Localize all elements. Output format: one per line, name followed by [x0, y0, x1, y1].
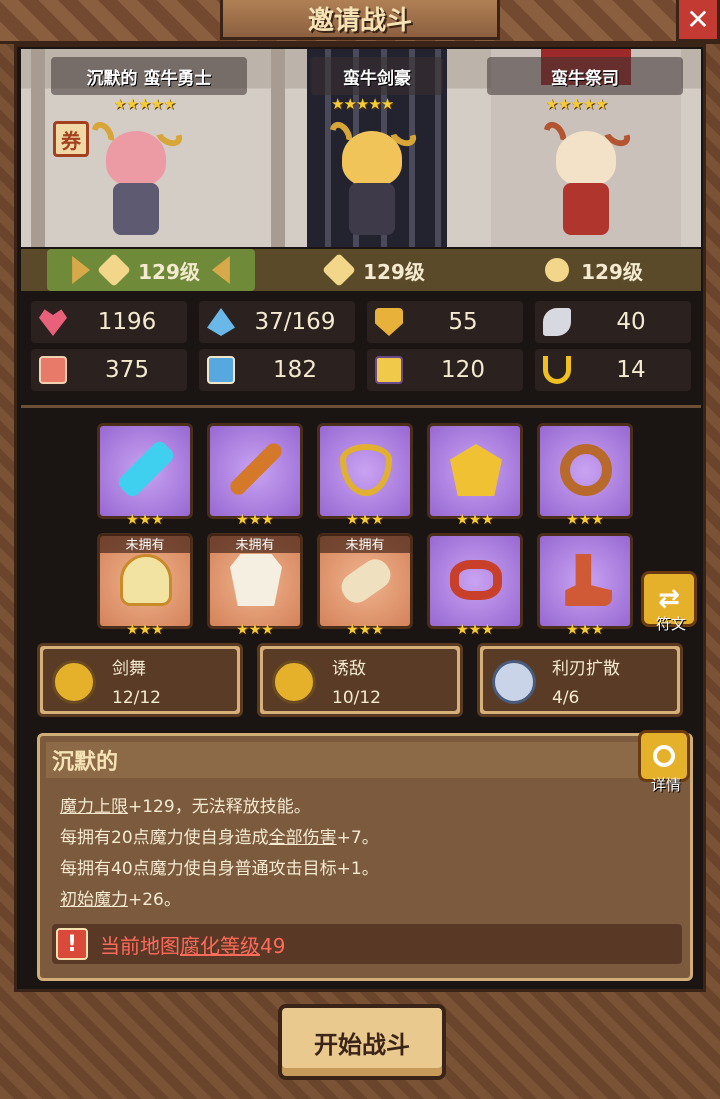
stat-armor[interactable]: 55	[367, 301, 523, 343]
stat-range[interactable]: 120	[367, 349, 523, 391]
gauntlet-icon	[336, 553, 396, 609]
stat-hp[interactable]: 1196	[31, 301, 187, 343]
hero-level-2: 129级	[363, 259, 425, 284]
equip-gauntlet[interactable]: 未拥有 ★★★	[317, 533, 413, 638]
sword-class-icon	[97, 253, 132, 287]
hero-sprite-3[interactable]	[531, 117, 641, 241]
ice-blade-icon	[115, 438, 177, 500]
equip-necklace[interactable]: ★★★	[317, 423, 413, 528]
stat-mana[interactable]: 37/169	[199, 301, 355, 343]
necklace-icon	[340, 444, 392, 496]
equip-ice-blade[interactable]: ★★★	[97, 423, 193, 528]
wall-column	[271, 49, 285, 247]
magnifier-icon	[653, 745, 675, 767]
horseshoe-icon	[543, 356, 571, 384]
equip-boots[interactable]: ★★★	[537, 533, 633, 638]
hero-scene: 沉默的 蛮牛勇士 ★★★★★ 蛮牛剑豪 ★★★★★ 蛮牛祭司 ★★★★★ 券	[21, 49, 701, 247]
hero-tab-2[interactable]: 129级	[311, 249, 441, 291]
mana-drop-icon	[207, 308, 235, 336]
helmet-icon	[120, 554, 172, 606]
trait-line-1: 魔力上限+129，无法释放技能。	[60, 797, 311, 817]
skill-slot-1[interactable]: 剑舞 12/12	[37, 643, 243, 717]
trait-line-4: 初始魔力+26。	[60, 890, 181, 910]
equip-belt[interactable]: ★★★	[427, 533, 523, 638]
title-plate: 邀请战斗	[220, 0, 500, 40]
hero-stars-3: ★★★★★	[545, 95, 608, 113]
close-button[interactable]: ✕	[676, 0, 720, 42]
priest-class-icon	[545, 258, 570, 282]
dagger-icon	[227, 440, 285, 498]
fist-icon	[39, 356, 67, 384]
armor-icon	[230, 554, 282, 606]
hero-stars-1: ★★★★★	[113, 95, 176, 113]
hero-name-1: 沉默的 蛮牛勇士	[51, 57, 247, 95]
rune-label: 符文	[655, 615, 686, 633]
wall-column	[31, 49, 45, 247]
stat-speed[interactable]: 40	[535, 301, 691, 343]
trait-line-3: 每拥有40点魔力使自身普通攻击目标+1。	[60, 859, 379, 879]
warning-icon: !	[56, 928, 88, 960]
keyword-initial-mana[interactable]: 初始魔力	[60, 890, 128, 910]
trait-title: 沉默的	[52, 750, 119, 775]
equip-ring[interactable]: ★★★	[537, 423, 633, 528]
skill-slot-3[interactable]: 利刃扩散 4/6	[477, 643, 683, 717]
corruption-warning: ! 当前地图腐化等级49	[52, 924, 682, 964]
hero-name-2: 蛮牛剑豪	[311, 57, 443, 95]
hero-tab-3[interactable]: 129级	[529, 249, 659, 291]
wing-shield-icon	[450, 444, 502, 496]
boots-icon	[565, 554, 612, 606]
section-divider	[21, 405, 701, 408]
title-bar: 邀请战斗 ✕	[0, 0, 720, 44]
shield-icon	[375, 308, 403, 336]
wing-icon	[543, 308, 571, 336]
start-battle-button[interactable]: 开始战斗	[278, 1004, 446, 1080]
keyword-corruption-level[interactable]: 腐化等级	[180, 934, 260, 958]
trait-header	[46, 742, 682, 778]
hero-sprite-1[interactable]	[81, 117, 191, 241]
level-bar: 129级 129级 129级	[21, 249, 701, 291]
stat-magic[interactable]: 182	[199, 349, 355, 391]
trait-panel: 沉默的 详情 魔力上限+129，无法释放技能。 每拥有20点魔力使自身造成全部伤…	[37, 730, 693, 981]
ring-icon	[560, 444, 612, 496]
trait-line-2: 每拥有20点魔力使自身造成全部伤害+7。	[60, 828, 379, 848]
stat-dodge[interactable]: 14	[535, 349, 691, 391]
swap-icon: ⇄	[658, 584, 680, 614]
keyword-all-damage[interactable]: 全部伤害	[269, 828, 337, 848]
equip-helmet[interactable]: 未拥有 ★★★	[97, 533, 193, 638]
skill-slot-2[interactable]: 诱敌 10/12	[257, 643, 463, 717]
window-title: 邀请战斗	[307, 6, 412, 36]
sword-dance-icon	[52, 660, 96, 704]
equip-dagger[interactable]: ★★★	[207, 423, 303, 528]
equip-wing-shield[interactable]: ★★★	[427, 423, 523, 528]
heart-icon	[39, 309, 67, 336]
hero-stars-2: ★★★★★	[331, 95, 394, 113]
main-panel: 沉默的 蛮牛勇士 ★★★★★ 蛮牛剑豪 ★★★★★ 蛮牛祭司 ★★★★★ 券 1…	[14, 44, 706, 992]
arrow-left-icon	[211, 256, 230, 284]
keyword-max-mana[interactable]: 魔力上限	[60, 797, 128, 817]
spellbook-icon	[207, 356, 235, 384]
scroll-icon	[375, 356, 403, 384]
belt-icon	[450, 560, 502, 600]
hero-tab-1[interactable]: 129级	[47, 249, 255, 291]
detail-label: 详情	[650, 776, 681, 794]
hero-level-1: 129级	[138, 259, 200, 284]
hero-name-3: 蛮牛祭司	[487, 57, 683, 95]
stat-attack[interactable]: 375	[31, 349, 187, 391]
hero-level-3: 129级	[581, 259, 643, 284]
hero-sprite-2[interactable]	[317, 117, 427, 241]
lure-icon	[272, 660, 316, 704]
blade-spread-icon	[492, 660, 536, 704]
arrow-right-icon	[72, 256, 91, 284]
equip-armor[interactable]: 未拥有 ★★★	[207, 533, 303, 638]
trait-description: 魔力上限+129，无法释放技能。 每拥有20点魔力使自身造成全部伤害+7。 每拥…	[60, 792, 379, 916]
sword-class-icon	[322, 253, 357, 287]
